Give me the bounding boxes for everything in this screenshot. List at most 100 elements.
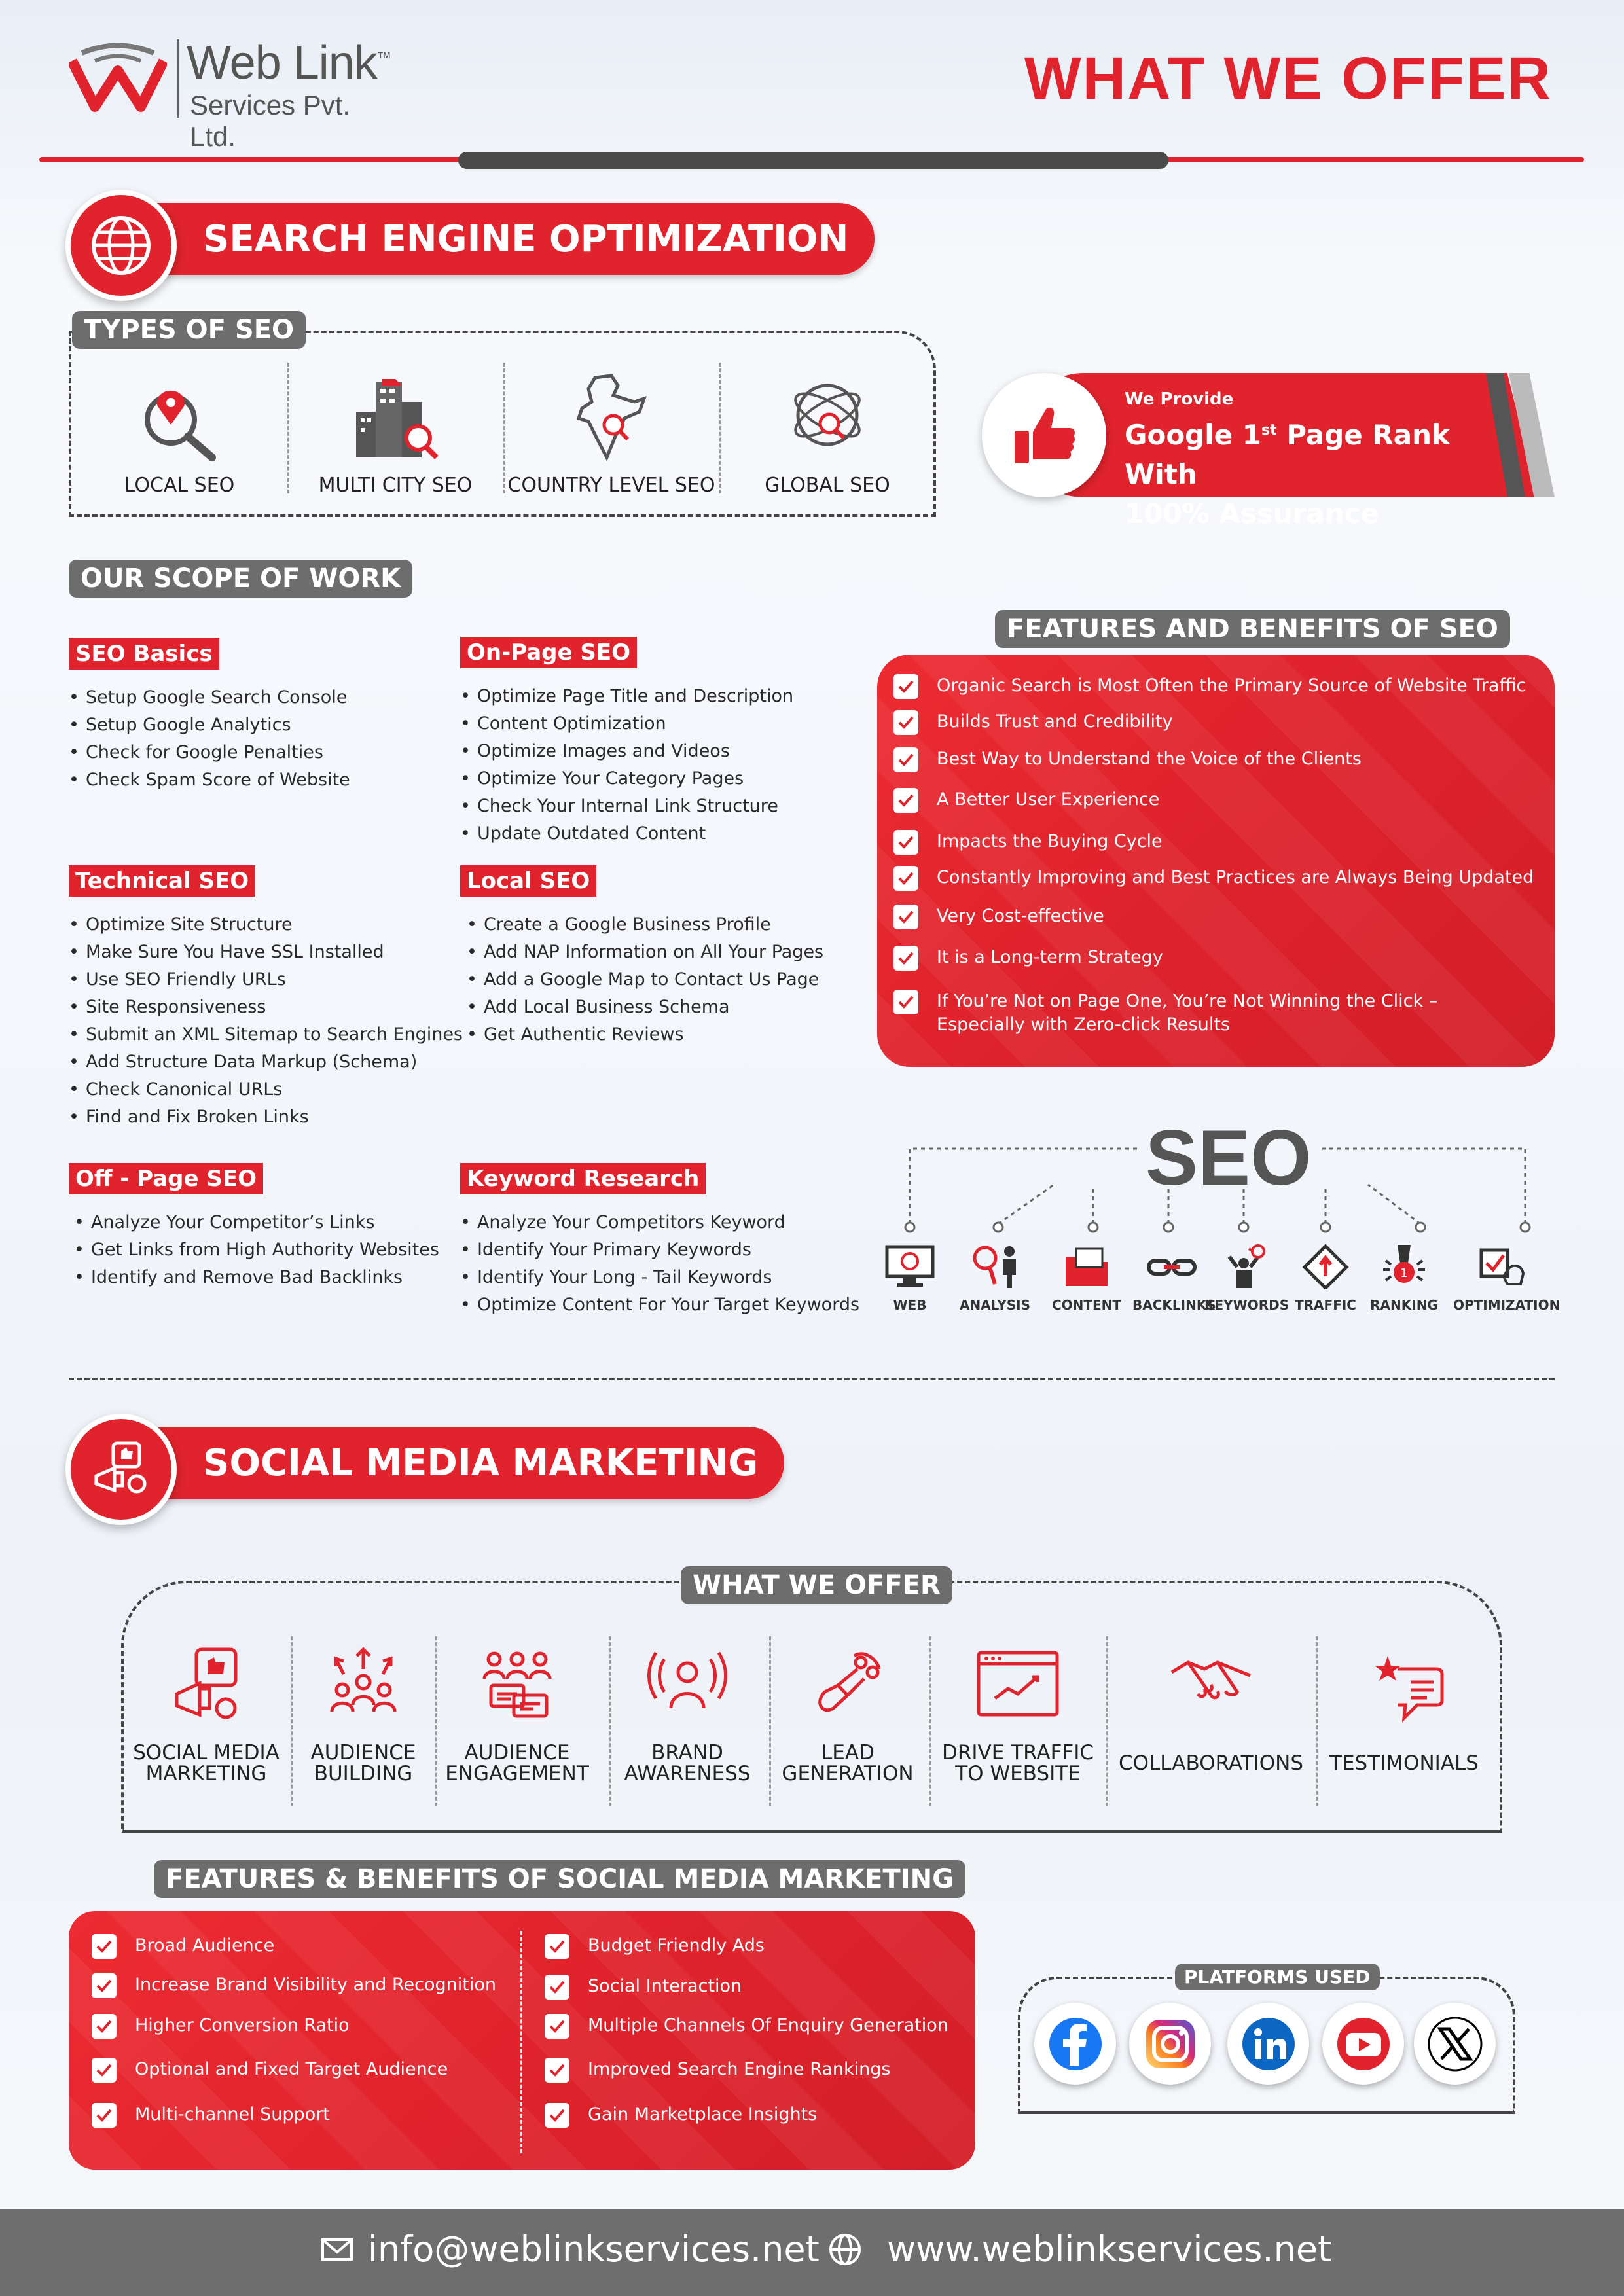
- audience-engagement-icon: [482, 1651, 552, 1718]
- diagram-backlinks: BACKLINKS: [1132, 1244, 1216, 1313]
- scope-seo-basics: SEO Basics Setup Google Search ConsoleSe…: [69, 638, 350, 794]
- footer-website[interactable]: www.weblinkservices.net: [828, 2229, 1331, 2270]
- optimization-icon: [1479, 1248, 1525, 1285]
- list-item: Setup Google Search Console: [69, 684, 350, 711]
- lead-generation-icon: [818, 1652, 881, 1712]
- list-item: Get Authentic Reviews: [467, 1021, 823, 1049]
- scope-heading: Technical SEO: [69, 865, 256, 897]
- diagram-content: CONTENT: [1047, 1244, 1126, 1313]
- chain-link-icon: [1147, 1259, 1197, 1276]
- list-item: Find and Fix Broken Links: [69, 1103, 463, 1131]
- scope-on-page-seo: On-Page SEO Optimize Page Title and Desc…: [460, 637, 793, 848]
- checkbox-icon: [92, 1934, 117, 1959]
- types-of-seo-box: LOCAL SEO MULTI CITY SEO COUNTRY LEVEL S…: [69, 331, 936, 517]
- checkbox-icon: [893, 830, 918, 855]
- checkbox-icon: [893, 866, 918, 891]
- feature-row: A Better User Experience: [893, 788, 1535, 813]
- list-item: Content Optimization: [460, 710, 793, 738]
- social-media-icon: [65, 1414, 177, 1525]
- feature-row: Social Interaction: [545, 1975, 742, 2000]
- feature-row: Constantly Improving and Best Practices …: [893, 866, 1535, 891]
- linkedin-icon[interactable]: [1227, 2003, 1309, 2085]
- smm-features-box: Broad Audience Increase Brand Visibility…: [69, 1911, 975, 2170]
- youtube-icon[interactable]: [1322, 2003, 1404, 2085]
- separator: [1106, 1636, 1108, 1806]
- list-item: Optimize Your Category Pages: [460, 765, 793, 793]
- separator: [929, 1636, 931, 1806]
- feature-row: Impacts the Buying Cycle: [893, 830, 1535, 855]
- type-local-seo: LOCAL SEO: [71, 359, 287, 503]
- list-item: Get Links from High Authority Websites: [74, 1236, 439, 1264]
- feature-row: If You’re Not on Page One, You’re Not Wi…: [893, 990, 1528, 1037]
- diagram-keywords: KEYWORDS: [1204, 1244, 1289, 1313]
- list-item: Add NAP Information on All Your Pages: [467, 939, 823, 966]
- weblink-logo-icon: [69, 43, 167, 112]
- svg-text:1: 1: [1400, 1266, 1407, 1280]
- list-item: Check Spam Score of Website: [69, 766, 350, 794]
- globe-icon: [829, 2233, 861, 2265]
- list-item: Add Local Business Schema: [467, 994, 823, 1021]
- brand-subtitle: Services Pvt. Ltd.: [190, 90, 351, 152]
- drive-traffic-icon: [977, 1651, 1059, 1717]
- seo-features-title: FEATURES AND BENEFITS OF SEO: [995, 610, 1510, 648]
- offer-collaborations: COLLABORATIONS: [1113, 1643, 1309, 1813]
- guarantee-headline: Google 1st Page Rank With 100% Assurance: [1125, 419, 1450, 529]
- checkbox-icon: [893, 946, 918, 971]
- page-title: WHAT WE OFFER: [1024, 45, 1552, 112]
- offer-drive-traffic: DRIVE TRAFFIC TO WEBSITE: [936, 1643, 1100, 1813]
- feature-row: It is a Long-term Strategy: [893, 946, 1535, 971]
- scope-heading: Off - Page SEO: [69, 1163, 264, 1194]
- separator: [435, 1636, 437, 1806]
- scope-keyword-research: Keyword Research Analyze Your Competitor…: [460, 1163, 859, 1319]
- monitor-icon: [885, 1245, 935, 1287]
- section-divider: [69, 1378, 1555, 1380]
- separator: [609, 1636, 611, 1806]
- diagram-web: WEB: [871, 1244, 949, 1313]
- globe-search-icon: [794, 384, 861, 446]
- scope-of-work-title: OUR SCOPE OF WORK: [69, 560, 413, 598]
- location-search-icon: [145, 391, 216, 461]
- offer-testimonials: TESTIMONIALS: [1322, 1643, 1486, 1813]
- feature-row: Very Cost-effective: [893, 905, 1535, 929]
- smm-section-banner: SOCIAL MEDIA MARKETING: [65, 1414, 785, 1525]
- list-item: Analyze Your Competitors Keyword: [460, 1209, 859, 1236]
- checkbox-icon: [893, 905, 918, 929]
- checkbox-icon: [893, 788, 918, 813]
- seo-section-banner: SEARCH ENGINE OPTIMIZATION: [65, 190, 875, 301]
- platforms-title: PLATFORMS USED: [1175, 1964, 1380, 1990]
- separator: [769, 1636, 771, 1806]
- x-icon[interactable]: [1414, 2003, 1496, 2085]
- list-item: Submit an XML Sitemap to Search Engines: [69, 1021, 463, 1049]
- scope-heading: Local SEO: [460, 865, 597, 897]
- separator: [1316, 1636, 1318, 1806]
- brand-awareness-icon: [647, 1651, 727, 1709]
- list-item: Add a Google Map to Contact Us Page: [467, 966, 823, 994]
- list-item: Analyze Your Competitor’s Links: [74, 1209, 439, 1236]
- list-item: Update Outdated Content: [460, 820, 793, 848]
- feature-row: Multiple Channels Of Enquiry Generation: [545, 2014, 948, 2039]
- checkbox-icon: [545, 1934, 569, 1959]
- footer-email[interactable]: info@weblinkservices.net: [321, 2229, 820, 2270]
- list-item: Optimize Images and Videos: [460, 738, 793, 765]
- checkbox-icon: [893, 990, 918, 1014]
- guarantee-small-text: We Provide: [1125, 389, 1234, 409]
- offer-social-media-marketing: SOCIAL MEDIA MARKETING: [131, 1643, 281, 1813]
- facebook-icon[interactable]: [1034, 2003, 1116, 2085]
- diagram-optimization: OPTIMIZATION: [1453, 1244, 1560, 1313]
- offer-audience-building: AUDIENCE BUILDING: [298, 1643, 429, 1813]
- checkbox-icon: [893, 710, 918, 735]
- list-item: Site Responsiveness: [69, 994, 463, 1021]
- india-map-search-icon: [576, 374, 647, 461]
- scope-heading: SEO Basics: [69, 638, 219, 670]
- checkbox-icon: [545, 2058, 569, 2083]
- feature-row: Best Way to Understand the Voice of the …: [893, 747, 1535, 772]
- list-item: Identify Your Primary Keywords: [460, 1236, 859, 1264]
- footer: info@weblinkservices.net www.weblinkserv…: [0, 2209, 1624, 2296]
- feature-row: Increase Brand Visibility and Recognitio…: [92, 1973, 496, 1998]
- list-item: Setup Google Analytics: [69, 711, 350, 739]
- separator: [520, 1931, 522, 2153]
- instagram-icon[interactable]: [1129, 2003, 1211, 2085]
- feature-row: Higher Conversion Ratio: [92, 2014, 350, 2039]
- rank-guarantee-banner: We Provide Google 1st Page Rank With 100…: [982, 373, 1558, 529]
- checkbox-icon: [92, 2058, 117, 2083]
